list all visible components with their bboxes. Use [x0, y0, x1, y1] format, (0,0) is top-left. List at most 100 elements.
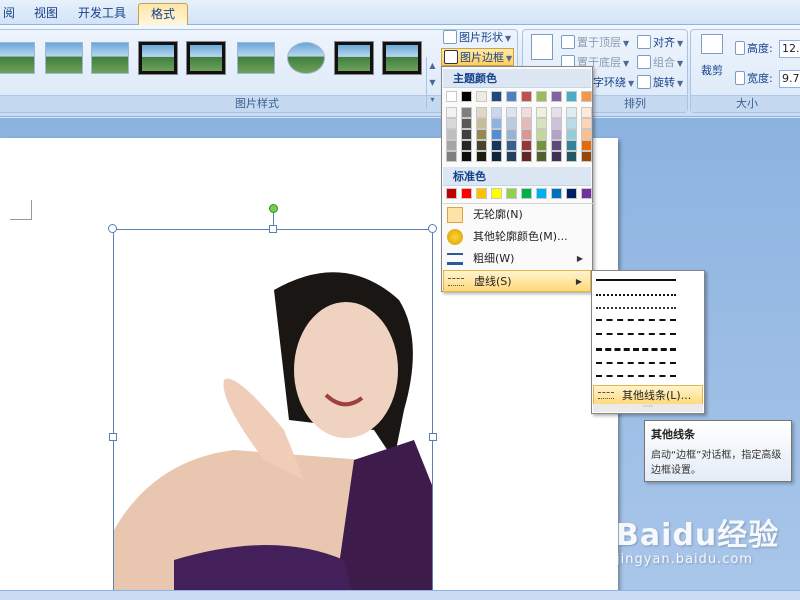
color-swatch[interactable] [506, 118, 517, 129]
style-thumb[interactable] [335, 42, 373, 74]
dash-long-dash-dot[interactable] [596, 362, 676, 364]
resize-handle[interactable] [428, 224, 437, 233]
rotation-handle[interactable] [269, 204, 278, 213]
color-swatch[interactable] [476, 151, 487, 162]
color-swatch[interactable] [536, 188, 547, 199]
color-swatch[interactable] [581, 129, 592, 140]
resize-handle[interactable] [269, 225, 277, 233]
style-thumb[interactable] [287, 42, 325, 74]
color-swatch[interactable] [521, 151, 532, 162]
tab-developer[interactable]: 开发工具 [72, 3, 132, 25]
color-swatch[interactable] [536, 129, 547, 140]
color-swatch[interactable] [461, 107, 472, 118]
height-input[interactable]: 12.6 [779, 40, 800, 58]
color-swatch[interactable] [551, 118, 562, 129]
crop-button[interactable]: 裁剪 [701, 62, 723, 80]
style-thumb[interactable] [383, 42, 421, 74]
color-swatch[interactable] [476, 129, 487, 140]
tab-view[interactable]: 视图 [26, 3, 66, 25]
rotate-button[interactable]: 旋转 ▼ [637, 74, 683, 92]
color-swatch[interactable] [521, 140, 532, 151]
color-swatch[interactable] [506, 140, 517, 151]
color-swatch[interactable] [461, 188, 472, 199]
color-swatch[interactable] [551, 129, 562, 140]
color-swatch[interactable] [446, 188, 457, 199]
color-swatch[interactable] [491, 107, 502, 118]
color-swatch[interactable] [506, 129, 517, 140]
color-swatch[interactable] [581, 91, 592, 102]
crop-icon[interactable] [701, 34, 723, 54]
color-swatch[interactable] [446, 107, 457, 118]
dash-dash[interactable] [596, 319, 676, 321]
color-swatch[interactable] [491, 129, 502, 140]
color-swatch[interactable] [446, 140, 457, 151]
color-swatch[interactable] [536, 151, 547, 162]
text-wrap-button[interactable]: 字环绕 ▼ [593, 74, 634, 92]
menu-no-outline[interactable]: 无轮廓(N) [443, 204, 591, 226]
position-icon[interactable] [531, 34, 553, 60]
color-swatch[interactable] [566, 188, 577, 199]
menu-more-colors[interactable]: 其他轮廓颜色(M)... [443, 226, 591, 248]
color-swatch[interactable] [551, 107, 562, 118]
resize-grip[interactable]: ···· [593, 403, 703, 412]
color-swatch[interactable] [491, 140, 502, 151]
selected-picture[interactable] [113, 229, 433, 599]
color-swatch[interactable] [521, 188, 532, 199]
style-thumb[interactable] [0, 42, 35, 74]
color-swatch[interactable] [446, 129, 457, 140]
color-swatch[interactable] [566, 91, 577, 102]
dash-square-dot[interactable] [596, 307, 676, 309]
color-swatch[interactable] [581, 107, 592, 118]
color-swatch[interactable] [566, 118, 577, 129]
color-swatch[interactable] [461, 140, 472, 151]
color-swatch[interactable] [491, 151, 502, 162]
dash-long-dash-dot-dot[interactable] [596, 375, 676, 377]
style-thumb[interactable] [139, 42, 177, 74]
color-swatch[interactable] [446, 118, 457, 129]
color-swatch[interactable] [491, 91, 502, 102]
dash-long-dash[interactable] [596, 348, 676, 351]
gallery-more-icon[interactable]: ▾ [427, 91, 438, 108]
color-swatch[interactable] [491, 188, 502, 199]
color-swatch[interactable] [476, 140, 487, 151]
color-swatch[interactable] [461, 151, 472, 162]
color-swatch[interactable] [581, 118, 592, 129]
color-swatch[interactable] [461, 129, 472, 140]
color-swatch[interactable] [521, 91, 532, 102]
color-swatch[interactable] [551, 188, 562, 199]
menu-dashes[interactable]: 虚线(S) ▶ [443, 270, 591, 292]
color-swatch[interactable] [506, 151, 517, 162]
color-swatch[interactable] [551, 140, 562, 151]
gallery-scroll[interactable]: ▲ ▼ ▾ [426, 57, 438, 109]
align-button[interactable]: 对齐 ▼ [637, 34, 683, 52]
color-swatch[interactable] [536, 107, 547, 118]
tab-format[interactable]: 格式 [138, 3, 188, 25]
color-swatch[interactable] [491, 118, 502, 129]
color-swatch[interactable] [506, 107, 517, 118]
color-swatch[interactable] [551, 91, 562, 102]
color-swatch[interactable] [461, 118, 472, 129]
dash-dash-dot[interactable] [596, 333, 676, 335]
picture-border-button[interactable]: 图片边框 ▼ [441, 48, 514, 66]
style-thumb[interactable] [91, 42, 129, 74]
color-swatch[interactable] [521, 107, 532, 118]
menu-weight[interactable]: 粗细(W) ▶ [443, 248, 591, 270]
color-swatch[interactable] [521, 118, 532, 129]
tab-review[interactable]: 阅 [0, 3, 18, 25]
color-swatch[interactable] [476, 118, 487, 129]
style-thumb[interactable] [187, 42, 225, 74]
color-swatch[interactable] [506, 91, 517, 102]
picture-shape-button[interactable]: 图片形状 ▼ [443, 29, 511, 47]
color-swatch[interactable] [446, 151, 457, 162]
color-swatch[interactable] [566, 151, 577, 162]
width-input[interactable]: 9.72 [779, 70, 800, 88]
style-thumb[interactable] [45, 42, 83, 74]
color-swatch[interactable] [476, 188, 487, 199]
resize-handle[interactable] [108, 224, 117, 233]
color-swatch[interactable] [551, 151, 562, 162]
dash-solid[interactable] [596, 279, 676, 281]
color-swatch[interactable] [581, 151, 592, 162]
color-swatch[interactable] [536, 91, 547, 102]
resize-handle[interactable] [429, 433, 437, 441]
color-swatch[interactable] [476, 107, 487, 118]
